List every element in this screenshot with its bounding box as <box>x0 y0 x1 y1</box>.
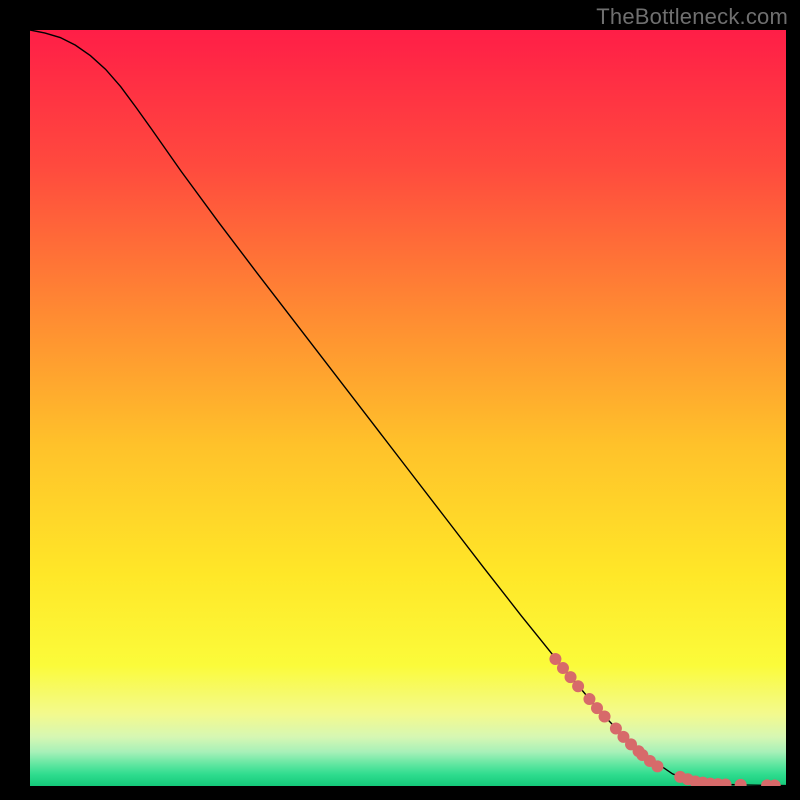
data-marker <box>651 760 663 772</box>
plot-area <box>30 30 786 786</box>
watermark-text: TheBottleneck.com <box>596 4 788 30</box>
chart-frame: TheBottleneck.com <box>0 0 800 800</box>
data-marker <box>572 680 584 692</box>
gradient-background <box>30 30 786 786</box>
data-marker <box>599 710 611 722</box>
chart-svg <box>30 30 786 786</box>
